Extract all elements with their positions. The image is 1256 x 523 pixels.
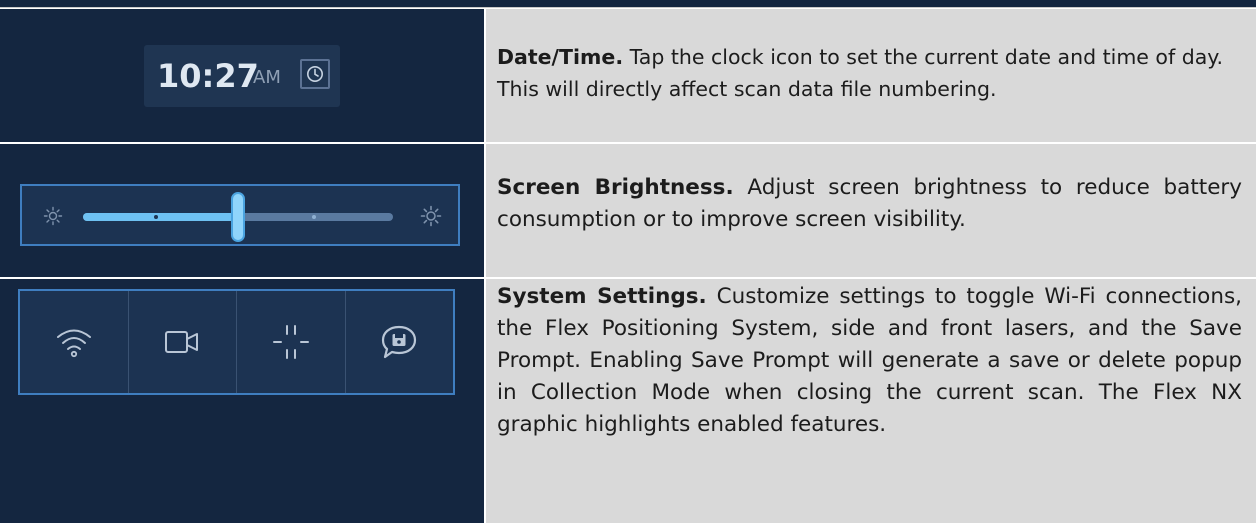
date-time-description: Date/Time. Tap the clock icon to set the… — [497, 41, 1242, 105]
date-time-description-panel: Date/Time. Tap the clock icon to set the… — [486, 9, 1256, 142]
lasers-toggle-button[interactable] — [237, 291, 346, 393]
clock-icon — [307, 66, 323, 82]
wifi-toggle-button[interactable] — [20, 291, 129, 393]
clock-widget: 10:27 AM — [144, 45, 340, 107]
wifi-icon — [56, 329, 91, 358]
track-marker — [312, 215, 316, 219]
clock-time: 10:27 — [157, 57, 259, 95]
brightness-low-icon — [43, 206, 63, 226]
positioning-system-toggle-button[interactable] — [129, 291, 237, 393]
system-settings-description-panel: System Settings. Customize settings to t… — [486, 279, 1256, 523]
date-time-title: Date/Time. — [497, 45, 624, 69]
track-marker — [154, 215, 158, 219]
save-prompt-toggle-button[interactable] — [346, 291, 454, 393]
brightness-description: Screen Brightness. Adjust screen brightn… — [497, 172, 1242, 236]
system-settings-title: System Settings. — [497, 284, 707, 309]
save-prompt-icon — [382, 325, 417, 359]
row-system-settings: System Settings. Customize settings to t… — [0, 279, 1256, 523]
system-settings-description: System Settings. Customize settings to t… — [497, 281, 1242, 441]
brightness-title: Screen Brightness. — [497, 175, 734, 200]
system-settings-panel — [0, 279, 484, 523]
clock-ampm: AM — [253, 67, 281, 88]
brightness-slider[interactable] — [20, 184, 460, 246]
brightness-track-fill — [83, 213, 238, 221]
clock-button[interactable] — [300, 59, 330, 89]
brightness-description-panel: Screen Brightness. Adjust screen brightn… — [486, 144, 1256, 277]
system-settings-toolbar — [18, 289, 455, 395]
top-band — [0, 0, 1256, 8]
brightness-high-icon — [420, 205, 442, 227]
brightness-panel — [0, 144, 484, 277]
brightness-thumb[interactable] — [231, 192, 245, 242]
date-time-panel: 10:27 AM — [0, 9, 484, 142]
laser-crosshair-icon — [272, 325, 309, 359]
row-date-time: 10:27 AM Date/Time. Tap the clock icon t… — [0, 9, 1256, 142]
camera-icon — [165, 331, 199, 353]
row-screen-brightness: Screen Brightness. Adjust screen brightn… — [0, 144, 1256, 277]
